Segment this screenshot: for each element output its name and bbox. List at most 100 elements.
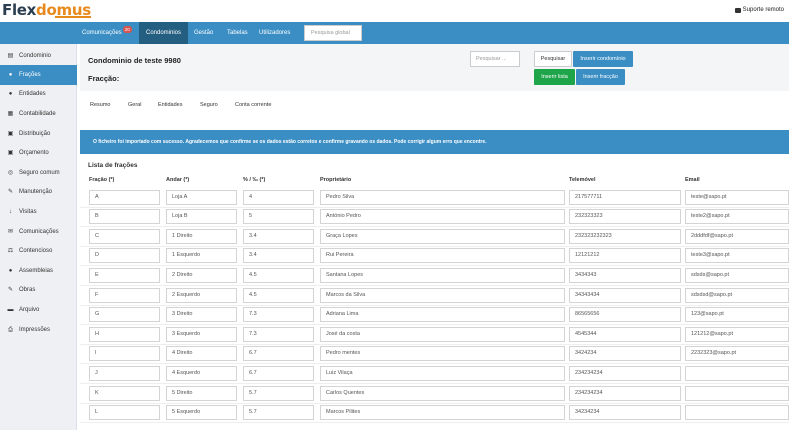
permilagem-field[interactable]: 3.4 bbox=[243, 228, 314, 244]
fracao-field[interactable]: L bbox=[89, 405, 160, 421]
email-field[interactable]: sdsds@sapo.pt bbox=[685, 267, 789, 283]
andar-field[interactable]: 4 Direito bbox=[166, 346, 237, 362]
sidebar-item-obras[interactable]: ✎ Obras bbox=[0, 281, 77, 301]
proprietario-field[interactable]: Graça Lopes bbox=[320, 228, 565, 244]
sidebar-item-comunicacoes[interactable]: ✉ Comunicações bbox=[0, 222, 77, 242]
fracao-field[interactable]: D bbox=[89, 248, 160, 264]
telemovel-field[interactable]: 234234234 bbox=[569, 385, 681, 401]
tab-geral[interactable]: Geral bbox=[128, 102, 141, 108]
email-field[interactable] bbox=[685, 405, 789, 421]
email-field[interactable]: teste2@sapo.pt bbox=[685, 209, 789, 225]
email-field[interactable]: sdsdsd@sapo.pt bbox=[685, 287, 789, 303]
email-field[interactable]: teste3@sapo.pt bbox=[685, 248, 789, 264]
andar-field[interactable]: 3 Esquerdo bbox=[166, 326, 237, 342]
search-button[interactable]: Pesquisar bbox=[534, 51, 572, 67]
global-search-input[interactable]: Pesquisa global bbox=[304, 25, 362, 41]
permilagem-field[interactable]: 7.3 bbox=[243, 307, 314, 323]
telemovel-field[interactable]: 217577711 bbox=[569, 189, 681, 205]
telemovel-field[interactable]: 34234234 bbox=[569, 405, 681, 421]
nav-condominios[interactable]: Condominios bbox=[139, 22, 189, 44]
sidebar-item-assembleias[interactable]: ● Assembleias bbox=[0, 261, 77, 281]
proprietario-field[interactable]: António Pedro bbox=[320, 209, 565, 225]
andar-field[interactable]: 1 Esquerdo bbox=[166, 248, 237, 264]
fracao-field[interactable]: H bbox=[89, 326, 160, 342]
fracao-field[interactable]: J bbox=[89, 365, 160, 381]
nav-tabelas[interactable]: Tabelas bbox=[224, 22, 251, 44]
andar-field[interactable]: Loja B bbox=[166, 209, 237, 225]
permilagem-field[interactable]: 4.5 bbox=[243, 287, 314, 303]
telemovel-field[interactable]: 3434343 bbox=[569, 267, 681, 283]
email-field[interactable]: 2dddfdf@sapo.pt bbox=[685, 228, 789, 244]
telemovel-field[interactable]: 34343434 bbox=[569, 287, 681, 303]
permilagem-field[interactable]: 6.7 bbox=[243, 346, 314, 362]
sidebar-item-contencioso[interactable]: ⚖ Contencioso bbox=[0, 241, 77, 261]
permilagem-field[interactable]: 4.5 bbox=[243, 267, 314, 283]
proprietario-field[interactable]: Marcos da Silva bbox=[320, 287, 565, 303]
email-field[interactable]: 2232323@sapo.pt bbox=[685, 346, 789, 362]
fracao-field[interactable]: C bbox=[89, 228, 160, 244]
sidebar-item-condominio[interactable]: ▤ Condominio bbox=[0, 46, 77, 66]
search-input[interactable]: Pesquisar ... bbox=[470, 51, 520, 67]
tab-resumo[interactable]: Resumo bbox=[90, 102, 110, 108]
tab-entidades[interactable]: Entidades bbox=[158, 102, 182, 108]
telemovel-field[interactable]: 3424234 bbox=[569, 346, 681, 362]
fracao-field[interactable]: I bbox=[89, 346, 160, 362]
proprietario-field[interactable]: Adriana Lima bbox=[320, 307, 565, 323]
sidebar-item-seguro-comum[interactable]: ◎ Seguro comum bbox=[0, 163, 77, 183]
andar-field[interactable]: 5 Esquerdo bbox=[166, 405, 237, 421]
proprietario-field[interactable]: Marcos Pilites bbox=[320, 405, 565, 421]
telemovel-field[interactable]: 12121212 bbox=[569, 248, 681, 264]
proprietario-field[interactable]: Luiz Vilaça bbox=[320, 365, 565, 381]
proprietario-field[interactable]: Pedro mentes bbox=[320, 346, 565, 362]
fracao-field[interactable]: A bbox=[89, 189, 160, 205]
andar-field[interactable]: 4 Esquerdo bbox=[166, 365, 237, 381]
permilagem-field[interactable]: 3.4 bbox=[243, 248, 314, 264]
remote-support-link[interactable]: Suporte remoto bbox=[734, 7, 784, 13]
andar-field[interactable]: 1 Direito bbox=[166, 228, 237, 244]
andar-field[interactable]: 5 Direito bbox=[166, 385, 237, 401]
sidebar-item-impressoes[interactable]: ⎙ Impressões bbox=[0, 320, 77, 340]
email-field[interactable]: teste@sapo.pt bbox=[685, 189, 789, 205]
andar-field[interactable]: 2 Direito bbox=[166, 267, 237, 283]
sidebar-item-visitas[interactable]: ↓ Visitas bbox=[0, 202, 77, 222]
nav-comunicacoes[interactable]: Comunicações20 bbox=[76, 22, 138, 44]
permilagem-field[interactable]: 5.7 bbox=[243, 385, 314, 401]
proprietario-field[interactable]: Carlos Quentes bbox=[320, 385, 565, 401]
fracao-field[interactable]: K bbox=[89, 385, 160, 401]
insert-fraction-button[interactable]: Inserir fracção bbox=[576, 69, 625, 85]
proprietario-field[interactable]: Rui Pereira bbox=[320, 248, 565, 264]
proprietario-field[interactable]: Pedro Silva bbox=[320, 189, 565, 205]
fracao-field[interactable]: E bbox=[89, 267, 160, 283]
permilagem-field[interactable]: 6.7 bbox=[243, 365, 314, 381]
telemovel-field[interactable]: 232323323 bbox=[569, 209, 681, 225]
andar-field[interactable]: Loja A bbox=[166, 189, 237, 205]
telemovel-field[interactable]: 234234234 bbox=[569, 365, 681, 381]
permilagem-field[interactable]: 7.3 bbox=[243, 326, 314, 342]
telemovel-field[interactable]: 232323232323 bbox=[569, 228, 681, 244]
email-field[interactable] bbox=[685, 365, 789, 381]
insert-condominium-button[interactable]: Inserir condomínio bbox=[573, 51, 633, 67]
sidebar-item-orcamento[interactable]: ▣ Orçamento bbox=[0, 143, 77, 163]
tab-seguro[interactable]: Seguro bbox=[200, 102, 218, 108]
telemovel-field[interactable]: 4545344 bbox=[569, 326, 681, 342]
permilagem-field[interactable]: 5 bbox=[243, 209, 314, 225]
sidebar-item-arquivo[interactable]: ▬ Arquivo bbox=[0, 300, 77, 320]
permilagem-field[interactable]: 5.7 bbox=[243, 405, 314, 421]
fracao-field[interactable]: B bbox=[89, 209, 160, 225]
nav-gestao[interactable]: Gestão bbox=[191, 22, 216, 44]
email-field[interactable] bbox=[685, 385, 789, 401]
fracao-field[interactable]: G bbox=[89, 307, 160, 323]
tab-conta-corrente[interactable]: Conta corrente bbox=[235, 102, 271, 108]
fracao-field[interactable]: F bbox=[89, 287, 160, 303]
email-field[interactable]: 123@sapo.pt bbox=[685, 307, 789, 323]
andar-field[interactable]: 2 Esquerdo bbox=[166, 287, 237, 303]
email-field[interactable]: 121212@sapo.pt bbox=[685, 326, 789, 342]
sidebar-item-manutencao[interactable]: ✎ Manutenção bbox=[0, 183, 77, 203]
telemovel-field[interactable]: 86565656 bbox=[569, 307, 681, 323]
insert-list-button[interactable]: Inserir lista bbox=[534, 69, 575, 85]
sidebar-item-distribuicao[interactable]: ▣ Distribuição bbox=[0, 124, 77, 144]
sidebar-item-contabilidade[interactable]: ▦ Contabilidade bbox=[0, 104, 77, 124]
sidebar-item-entidades[interactable]: ● Entidades bbox=[0, 85, 77, 105]
nav-utilizadores[interactable]: Utilizadores bbox=[256, 22, 293, 44]
sidebar-item-fracoes[interactable]: ● Frações bbox=[0, 65, 77, 85]
